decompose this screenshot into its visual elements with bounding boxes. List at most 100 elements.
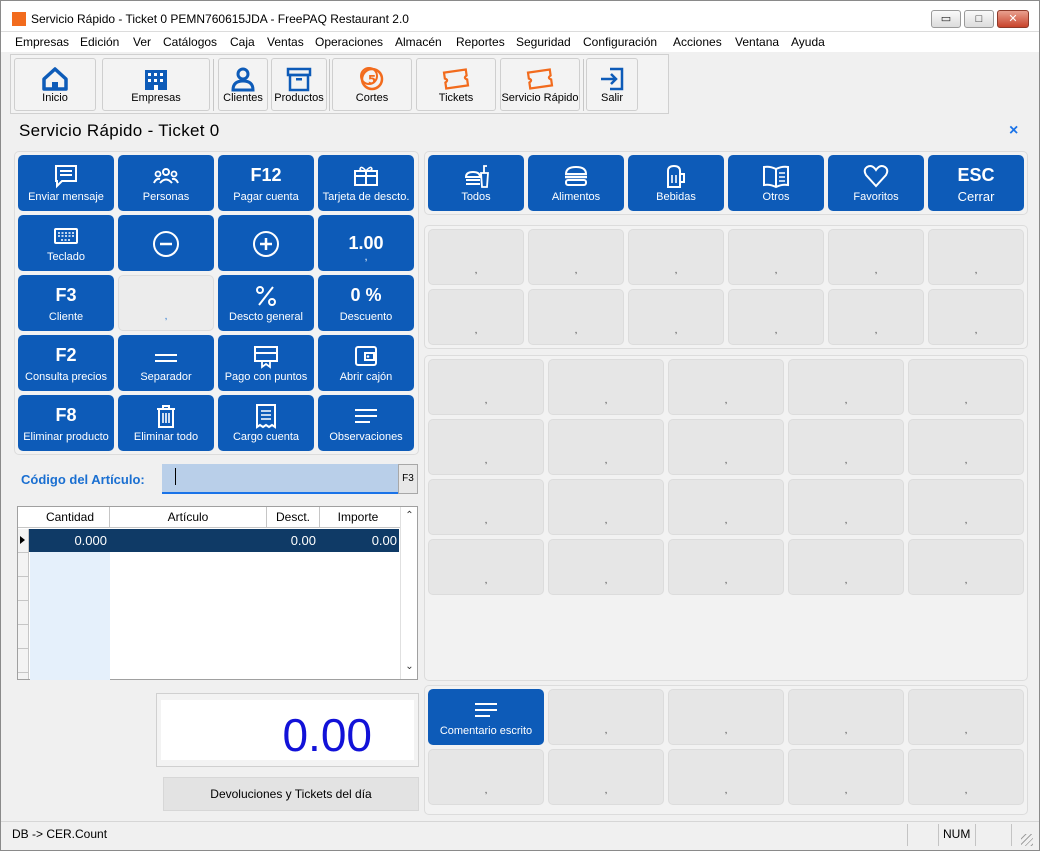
column-header-importe[interactable]: Importe — [320, 510, 396, 524]
product-slot[interactable]: , — [548, 479, 664, 535]
panel-close-icon[interactable]: × — [1009, 122, 1018, 140]
codigo-f3-button[interactable]: F3 — [398, 464, 418, 494]
modifier-slot[interactable]: , — [668, 689, 784, 745]
product-slot[interactable]: , — [668, 419, 784, 475]
subcategory-slot[interactable]: , — [828, 229, 924, 285]
increase-quantity-button[interactable] — [218, 215, 314, 271]
modifier-slot[interactable]: , — [548, 689, 664, 745]
codigo-articulo-input[interactable] — [162, 464, 398, 494]
toolbar-cortes-button[interactable]: 5 Cortes — [332, 58, 412, 111]
category-favoritos-button[interactable]: Favoritos — [828, 155, 924, 211]
decrease-quantity-button[interactable] — [118, 215, 214, 271]
menu-seguridad[interactable]: Seguridad — [516, 35, 571, 49]
pagar-cuenta-button[interactable]: F12 Pagar cuenta — [218, 155, 314, 211]
menu-empresas[interactable]: Empresas — [15, 35, 69, 49]
abrir-cajon-button[interactable]: Abrir cajón — [318, 335, 414, 391]
toolbar-salir-button[interactable]: Salir — [586, 58, 638, 111]
product-slot[interactable]: , — [428, 539, 544, 595]
subcategory-slot[interactable]: , — [928, 289, 1024, 345]
product-slot[interactable]: , — [668, 359, 784, 415]
devoluciones-button[interactable]: Devoluciones y Tickets del día — [163, 777, 419, 811]
minimize-button[interactable]: ▭ — [931, 10, 961, 28]
observaciones-button[interactable]: Observaciones — [318, 395, 414, 451]
product-slot[interactable]: , — [908, 539, 1024, 595]
product-slot[interactable]: , — [668, 479, 784, 535]
subcategory-slot[interactable]: , — [628, 229, 724, 285]
separador-button[interactable]: Separador — [118, 335, 214, 391]
product-slot[interactable]: , — [788, 539, 904, 595]
product-slot[interactable]: , — [788, 419, 904, 475]
subcategory-slot[interactable]: , — [528, 229, 624, 285]
subcategory-slot[interactable]: , — [628, 289, 724, 345]
subcategory-slot[interactable]: , — [428, 229, 524, 285]
close-window-button[interactable]: ✕ — [997, 10, 1029, 28]
menu-reportes[interactable]: Reportes — [456, 35, 505, 49]
product-slot[interactable]: , — [668, 539, 784, 595]
product-slot[interactable]: , — [548, 539, 664, 595]
pago-puntos-button[interactable]: Pago con puntos — [218, 335, 314, 391]
product-slot[interactable]: , — [788, 359, 904, 415]
product-slot[interactable]: , — [908, 359, 1024, 415]
product-slot[interactable]: , — [428, 359, 544, 415]
toolbar-inicio-button[interactable]: Inicio — [14, 58, 96, 111]
column-header-articulo[interactable]: Artículo — [110, 510, 266, 524]
toolbar-empresas-button[interactable]: Empresas — [102, 58, 210, 111]
grid-scrollbar[interactable]: ⌃ ⌄ — [400, 507, 417, 679]
subcategory-slot[interactable]: , — [428, 289, 524, 345]
menu-caja[interactable]: Caja — [230, 35, 255, 49]
personas-button[interactable]: Personas — [118, 155, 214, 211]
ticket-grid[interactable]: Cantidad Artículo Desct. Importe 0.000 0… — [17, 506, 418, 680]
scroll-up-icon[interactable]: ⌃ — [401, 510, 418, 521]
menu-configuracion[interactable]: Configuración — [583, 35, 657, 49]
product-slot[interactable]: , — [548, 359, 664, 415]
column-header-cantidad[interactable]: Cantidad — [30, 510, 110, 524]
menu-ventas[interactable]: Ventas — [267, 35, 304, 49]
category-bebidas-button[interactable]: Bebidas — [628, 155, 724, 211]
eliminar-producto-button[interactable]: F8 Eliminar producto — [18, 395, 114, 451]
subcategory-slot[interactable]: , — [828, 289, 924, 345]
resize-grip-icon[interactable] — [1021, 834, 1033, 846]
menu-catalogos[interactable]: Catálogos — [163, 35, 217, 49]
maximize-button[interactable]: □ — [964, 10, 994, 28]
product-slot[interactable]: , — [908, 479, 1024, 535]
category-otros-button[interactable]: Otros — [728, 155, 824, 211]
descuento-button[interactable]: 0 % Descuento — [318, 275, 414, 331]
subcategory-slot[interactable]: , — [728, 289, 824, 345]
modifier-slot[interactable]: , — [548, 749, 664, 805]
modifier-slot[interactable]: , — [668, 749, 784, 805]
product-slot[interactable]: , — [908, 419, 1024, 475]
product-slot[interactable]: , — [788, 479, 904, 535]
eliminar-todo-button[interactable]: Eliminar todo — [118, 395, 214, 451]
descto-general-button[interactable]: Descto general — [218, 275, 314, 331]
subcategory-slot[interactable]: , — [928, 229, 1024, 285]
cliente-button[interactable]: F3 Cliente — [18, 275, 114, 331]
modifier-slot[interactable]: , — [788, 749, 904, 805]
tarjeta-descuento-button[interactable]: Tarjeta de descto. — [318, 155, 414, 211]
product-slot[interactable]: , — [548, 419, 664, 475]
menu-edicion[interactable]: Edición — [80, 35, 119, 49]
menu-acciones[interactable]: Acciones — [673, 35, 722, 49]
modifier-slot[interactable]: , — [788, 689, 904, 745]
cerrar-button[interactable]: ESC Cerrar — [928, 155, 1024, 211]
toolbar-productos-button[interactable]: Productos — [271, 58, 327, 111]
menu-almacen[interactable]: Almacén — [395, 35, 442, 49]
subcategory-slot[interactable]: , — [728, 229, 824, 285]
quantity-button[interactable]: 1.00 , — [318, 215, 414, 271]
enviar-mensaje-button[interactable]: Enviar mensaje — [18, 155, 114, 211]
product-slot[interactable]: , — [428, 479, 544, 535]
modifier-slot[interactable]: , — [428, 749, 544, 805]
modifier-slot[interactable]: , — [908, 749, 1024, 805]
menu-ayuda[interactable]: Ayuda — [791, 35, 825, 49]
toolbar-tickets-button[interactable]: Tickets — [416, 58, 496, 111]
category-todos-button[interactable]: Todos — [428, 155, 524, 211]
category-alimentos-button[interactable]: Alimentos — [528, 155, 624, 211]
scroll-down-icon[interactable]: ⌄ — [401, 661, 418, 672]
toolbar-servicio-rapido-button[interactable]: Servicio Rápido — [500, 58, 580, 111]
modifier-slot[interactable]: , — [908, 689, 1024, 745]
product-slot[interactable]: , — [428, 419, 544, 475]
menu-ventana[interactable]: Ventana — [735, 35, 779, 49]
subcategory-slot[interactable]: , — [528, 289, 624, 345]
toolbar-clientes-button[interactable]: Clientes — [218, 58, 268, 111]
table-row[interactable]: 0.000 0.00 0.00 — [29, 529, 399, 552]
comentario-escrito-button[interactable]: Comentario escrito — [428, 689, 544, 745]
